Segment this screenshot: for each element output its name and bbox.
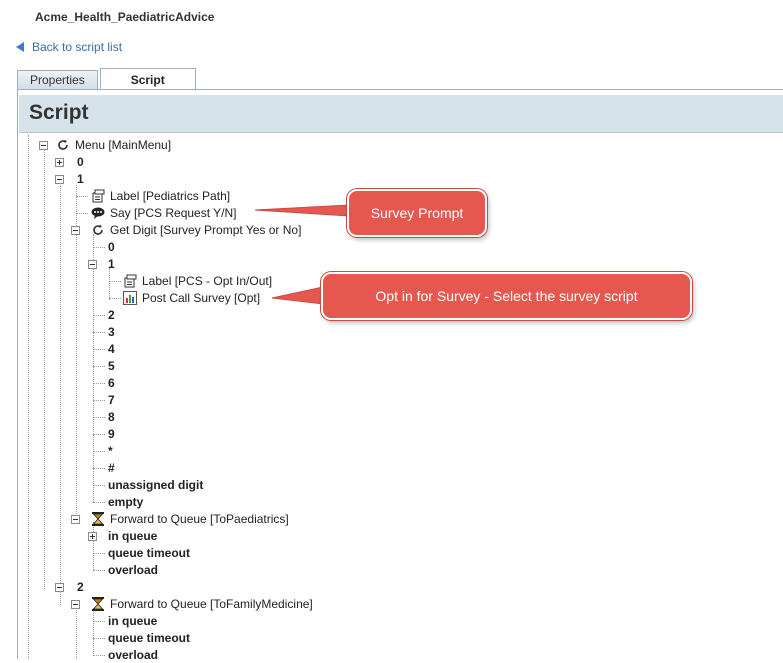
tree-line [93, 451, 105, 452]
label-icon [91, 189, 105, 203]
tree-node-queue-timeout[interactable]: queue timeout [108, 545, 190, 561]
callout-opt-in-survey: Opt in for Survey - Select the survey sc… [321, 272, 692, 320]
tree-node-digit-9[interactable]: 9 [108, 426, 115, 442]
tree-line [93, 383, 105, 384]
tree-line [28, 135, 29, 659]
tree-node-empty[interactable]: empty [108, 494, 143, 510]
tree-node-digit-3[interactable]: 3 [108, 324, 115, 340]
tree-node-label: Post Call Survey [Opt] [142, 291, 261, 305]
tree-node-digit-7[interactable]: 7 [108, 392, 115, 408]
tree-line [93, 655, 105, 656]
tree-node-option-1[interactable]: 1 [77, 171, 84, 187]
tree-node-overload[interactable]: overload [108, 647, 158, 663]
back-link-label: Back to script list [32, 40, 123, 54]
tree-line [76, 213, 88, 214]
tree-line [93, 349, 105, 350]
tree-line [93, 366, 105, 367]
tree-line [93, 417, 105, 418]
tree-line [93, 468, 105, 469]
tree-line [60, 590, 61, 605]
speech-bubble-icon [91, 206, 105, 220]
tree-node-overload[interactable]: overload [108, 562, 158, 578]
tree-node-post-call-survey[interactable]: Post Call Survey [Opt] [123, 290, 260, 306]
collapse-toggle[interactable] [55, 175, 64, 184]
tree-node-get-digit[interactable]: Get Digit [Survey Prompt Yes or No] [91, 222, 301, 238]
tree-node-digit-0[interactable]: 0 [108, 239, 115, 255]
tree-node-in-queue[interactable]: in queue [108, 528, 157, 544]
tree-node-digit-1[interactable]: 1 [108, 256, 115, 272]
tree-line [76, 196, 88, 197]
tree-line [109, 298, 121, 299]
tree-line [93, 638, 105, 639]
hourglass-icon [91, 512, 105, 526]
tree-node-digit-2[interactable]: 2 [108, 307, 115, 323]
tab-bar: Properties Script [17, 68, 198, 90]
tree-node-forward-paediatrics[interactable]: Forward to Queue [ToPaediatrics] [91, 511, 289, 527]
tree-line [93, 247, 105, 248]
tree-node-label: Forward to Queue [ToFamilyMedicine] [110, 597, 313, 611]
tree-node-label: Label [PCS - Opt In/Out] [142, 274, 273, 288]
bar-chart-icon [123, 291, 137, 305]
tree-line [93, 332, 105, 333]
script-header-title: Script [29, 101, 89, 124]
label-icon [123, 274, 137, 288]
tree-node-in-queue[interactable]: in queue [108, 613, 157, 629]
tree-node-digit-6[interactable]: 6 [108, 375, 115, 391]
tree-node-forward-family-medicine[interactable]: Forward to Queue [ToFamilyMedicine] [91, 596, 313, 612]
tree-line [93, 522, 94, 570]
tree-node-label: Menu [MainMenu] [75, 138, 172, 152]
hourglass-icon [91, 597, 105, 611]
script-header: Script [19, 95, 783, 133]
expand-toggle[interactable] [88, 532, 97, 541]
tree-line [93, 234, 94, 502]
tree-line [93, 621, 105, 622]
loop-icon [91, 223, 105, 237]
tree-line [60, 185, 61, 587]
tree-node-digit-5[interactable]: 5 [108, 358, 115, 374]
tree-line [93, 502, 105, 503]
tree-node-digit-8[interactable]: 8 [108, 409, 115, 425]
tree-node-label-pcs[interactable]: Label [PCS - Opt In/Out] [123, 273, 272, 289]
tree-line [44, 150, 45, 589]
tree-node-label-pediatrics[interactable]: Label [Pediatrics Path] [91, 188, 230, 204]
tree-node-digit-4[interactable]: 4 [108, 341, 115, 357]
tree-node-menu[interactable]: Menu [MainMenu] [56, 137, 171, 153]
tree-line [93, 434, 105, 435]
tree-line [93, 553, 105, 554]
tree-line [109, 268, 110, 300]
tree-node-option-2[interactable]: 2 [77, 579, 84, 595]
collapse-toggle[interactable] [39, 141, 48, 150]
expand-toggle[interactable] [55, 158, 64, 167]
collapse-toggle[interactable] [88, 260, 97, 269]
tree-node-label: Forward to Queue [ToPaediatrics] [110, 512, 289, 526]
tree-node-label: Say [PCS Request Y/N] [110, 206, 237, 220]
collapse-toggle[interactable] [71, 600, 80, 609]
callout-survey-prompt: Survey Prompt [347, 189, 487, 237]
tree-node-option-0[interactable]: 0 [77, 154, 84, 170]
app-title: Acme_Health_PaediatricAdvice [35, 10, 215, 24]
tree-line [93, 315, 105, 316]
loop-icon [56, 138, 70, 152]
tree-node-queue-timeout[interactable]: queue timeout [108, 630, 190, 646]
tree-line [93, 608, 94, 656]
tree-line [93, 485, 105, 486]
tree-line [93, 570, 105, 571]
collapse-toggle[interactable] [71, 226, 80, 235]
tree-line [76, 605, 77, 659]
tree-node-label: Label [Pediatrics Path] [110, 189, 231, 203]
back-arrow-icon [16, 42, 24, 52]
tree-node-digit-star[interactable]: * [108, 443, 113, 459]
tree-line [76, 185, 77, 520]
tree-node-say[interactable]: Say [PCS Request Y/N] [91, 205, 237, 221]
tree-line [109, 281, 121, 282]
collapse-toggle[interactable] [55, 583, 64, 592]
tab-properties[interactable]: Properties [17, 70, 98, 89]
tree-node-label: Get Digit [Survey Prompt Yes or No] [110, 223, 302, 237]
back-to-script-list-link[interactable]: Back to script list [16, 40, 122, 54]
collapse-toggle[interactable] [71, 515, 80, 524]
tree-node-digit-hash[interactable]: # [108, 460, 115, 476]
tree-node-unassigned-digit[interactable]: unassigned digit [108, 477, 203, 493]
tree-line [93, 400, 105, 401]
tab-script[interactable]: Script [99, 68, 196, 90]
